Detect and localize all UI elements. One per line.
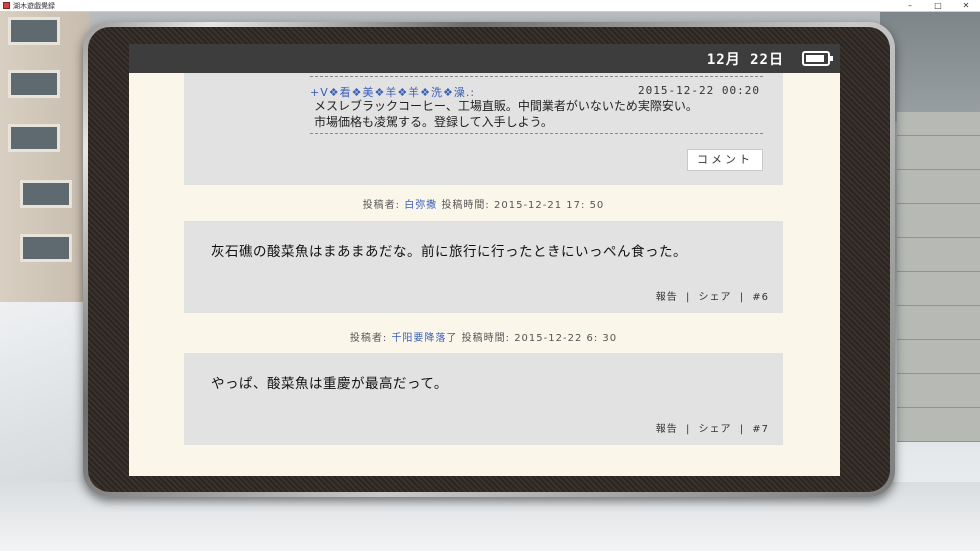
window-titlebar: 湖木遊戯覺録 – □ ✕ — [0, 0, 980, 12]
post-card: 灰石礁の酸菜魚はまあまあだな。前に旅行に行ったときにいっぺん食った。 報告 | … — [184, 221, 783, 313]
battery-level — [806, 55, 824, 62]
post-author[interactable]: 千阳要降落了 — [391, 333, 457, 344]
post-card: やっぱ、酸菜魚は重慶が最高だって。 報告 | シェア | #7 — [184, 353, 783, 445]
separator: | — [685, 424, 691, 435]
tablet-screen[interactable]: 12月 22日 +V❖看❖美❖羊❖羊❖洗❖澡.: 2015-12-22 00:2… — [129, 44, 840, 476]
snow-bank-left — [0, 302, 90, 502]
tablet-bezel: 12月 22日 +V❖看❖美❖羊❖羊❖洗❖澡.: 2015-12-22 00:2… — [88, 27, 890, 492]
close-icon[interactable]: ✕ — [952, 0, 980, 12]
post-author[interactable]: 白弥撒 — [404, 200, 437, 211]
status-date: 12月 22日 — [706, 51, 784, 68]
battery-icon — [802, 51, 833, 66]
post-text: やっぱ、酸菜魚は重慶が最高だって。 — [211, 376, 448, 392]
share-link[interactable]: シェア — [699, 424, 732, 435]
report-link[interactable]: 報告 — [656, 424, 678, 435]
app-icon — [3, 2, 10, 9]
post-footer: 報告 | シェア | #7 — [654, 420, 771, 435]
stone-wall-right — [897, 112, 980, 442]
post-meta: 投稿者: 白弥撒 投稿時間: 2015-12-21 17: 50 — [184, 196, 783, 211]
minimize-icon[interactable]: – — [896, 0, 924, 12]
post-time: 2015-12-21 17: 50 — [494, 200, 605, 211]
post-meta: 投稿者: 千阳要降落了 投稿時間: 2015-12-22 6: 30 — [184, 329, 783, 344]
reply-panel: +V❖看❖美❖羊❖羊❖洗❖澡.: 2015-12-22 00:20 メスレブラッ… — [184, 73, 783, 185]
comment-button[interactable]: コメント — [687, 149, 763, 171]
reply-time: 2015-12-22 00:20 — [638, 84, 760, 97]
separator: | — [739, 292, 745, 303]
author-label: 投稿者: — [349, 333, 388, 344]
separator: | — [685, 292, 691, 303]
status-bar: 12月 22日 — [129, 44, 840, 73]
post-number: #7 — [752, 424, 769, 435]
post-time: 2015-12-22 6: 30 — [514, 333, 618, 344]
tablet-device: 12月 22日 +V❖看❖美❖羊❖羊❖洗❖澡.: 2015-12-22 00:2… — [83, 22, 895, 497]
share-link[interactable]: シェア — [699, 292, 732, 303]
reply-divider-bottom — [310, 133, 763, 134]
separator: | — [739, 424, 745, 435]
reply-divider-top — [310, 76, 763, 77]
reply-body: メスレブラックコーヒー、工場直販。中間業者がいないため実際安い。 市場価格も凌駕… — [314, 98, 698, 130]
reply-header: +V❖看❖美❖羊❖羊❖洗❖澡.: 2015-12-22 00:20 — [310, 84, 760, 99]
post-text: 灰石礁の酸菜魚はまあまあだな。前に旅行に行ったときにいっぺん食った。 — [211, 244, 687, 260]
building-left — [0, 12, 90, 332]
time-label: 投稿時間: — [441, 200, 490, 211]
reply-line: 市場価格も凌駕する。登録して入手しよう。 — [314, 115, 553, 129]
post-footer: 報告 | シェア | #6 — [654, 288, 771, 303]
window-title: 湖木遊戯覺録 — [13, 1, 55, 10]
report-link[interactable]: 報告 — [656, 292, 678, 303]
post-number: #6 — [752, 292, 769, 303]
reply-line: メスレブラックコーヒー、工場直販。中間業者がいないため実際安い。 — [314, 99, 698, 113]
time-label: 投稿時間: — [461, 333, 510, 344]
tree-right — [880, 12, 980, 122]
maximize-icon[interactable]: □ — [924, 0, 952, 12]
author-label: 投稿者: — [362, 200, 401, 211]
